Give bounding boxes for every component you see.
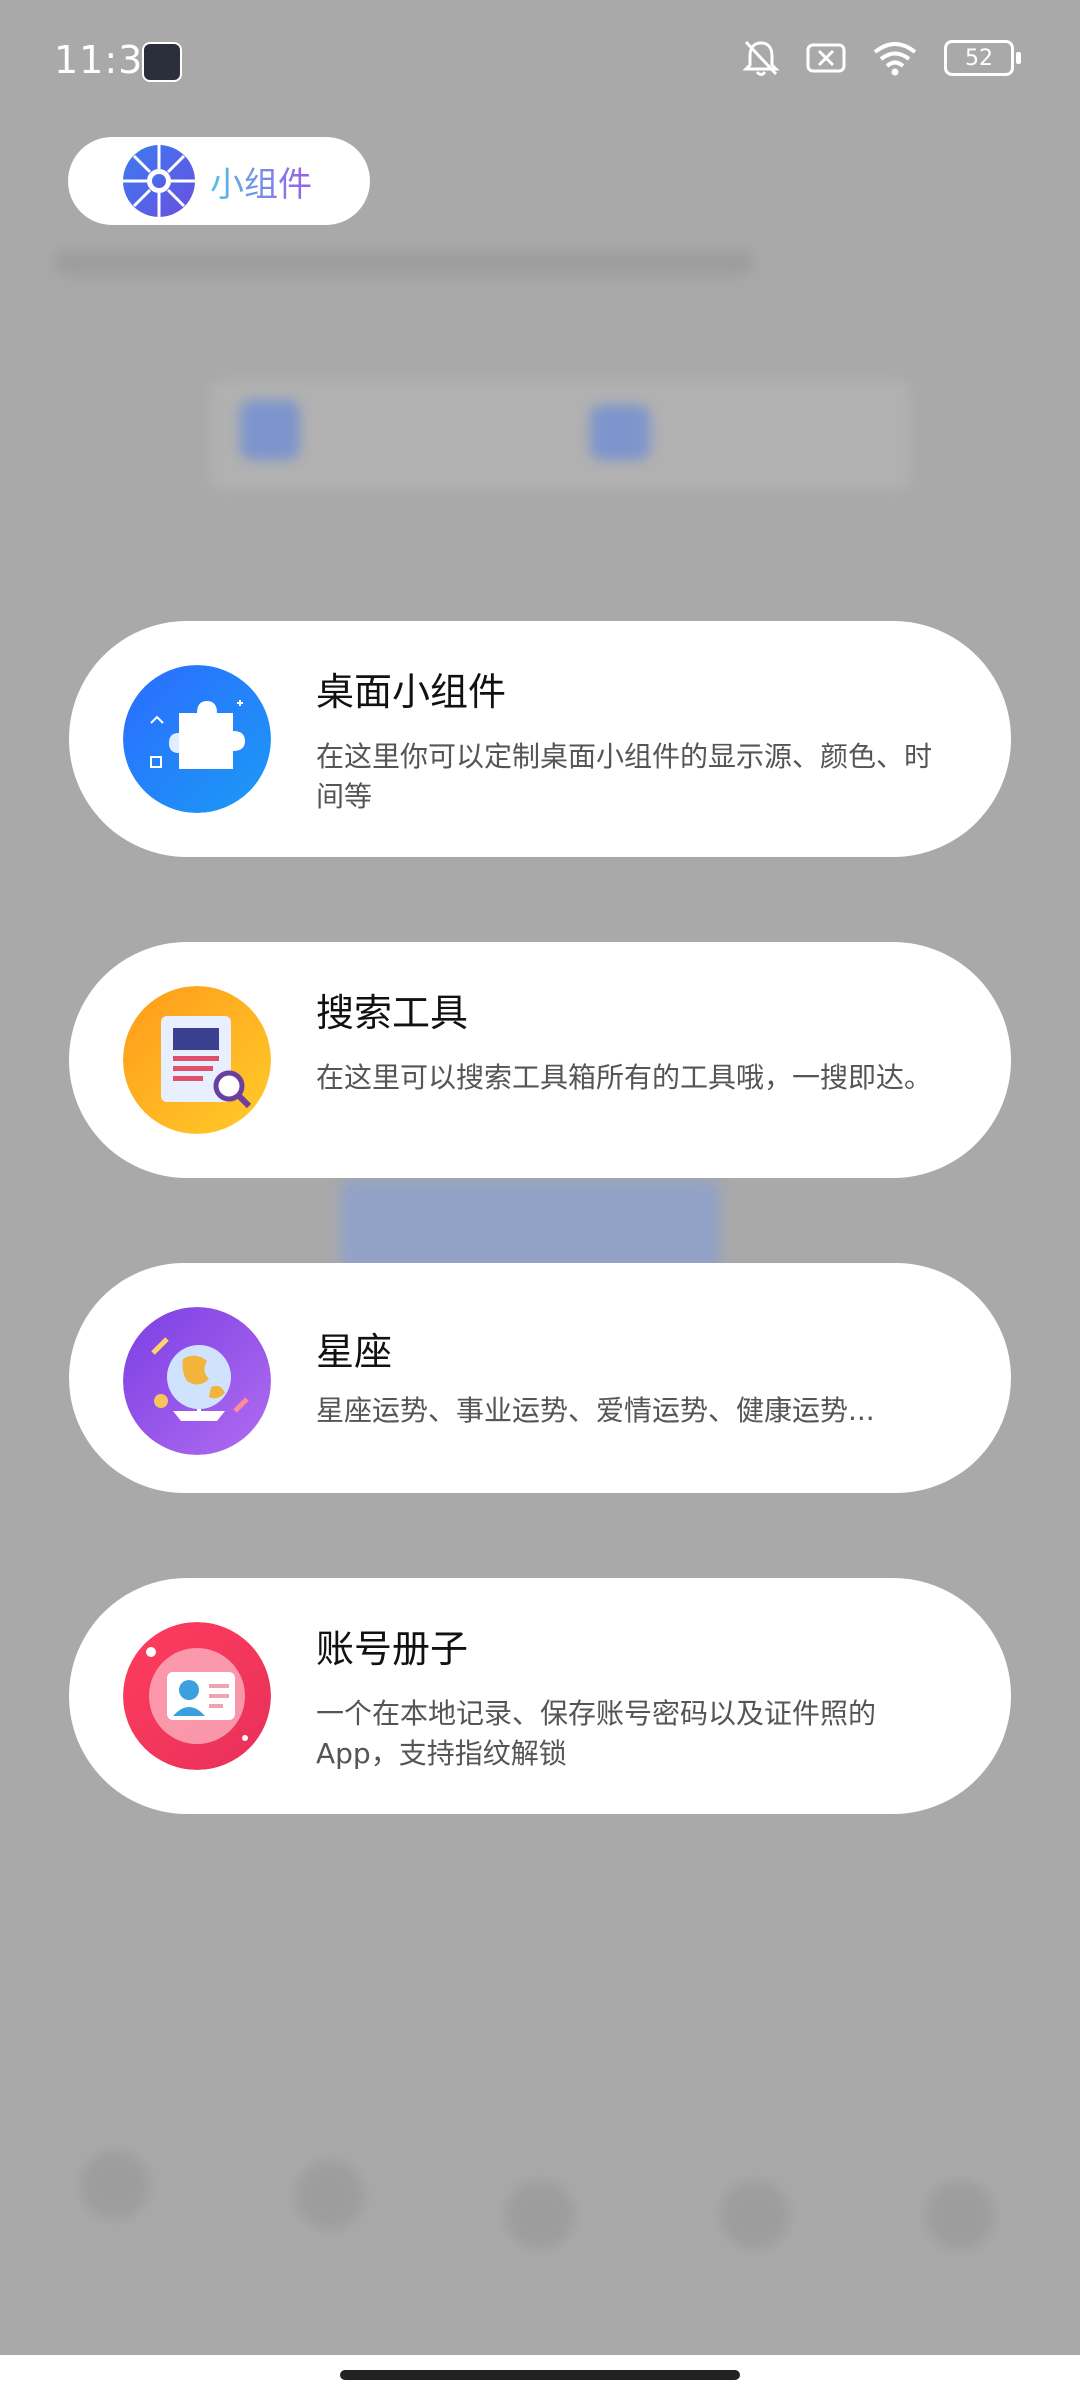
widget-header-pill[interactable]: 小组件 xyxy=(68,137,370,225)
status-bar: 11:31 52 xyxy=(0,0,1080,126)
id-card-icon xyxy=(123,1622,271,1770)
bg-icon xyxy=(240,400,300,460)
card-account-book[interactable]: 账号册子 一个在本地记录、保存账号密码以及证件照的App，支持指纹解锁 xyxy=(69,1578,1011,1814)
card-search-tools[interactable]: 搜索工具 在这里可以搜索工具箱所有的工具哦，一搜即达。 xyxy=(69,942,1011,1178)
app-notification-icon xyxy=(142,42,182,82)
card-title: 星座 xyxy=(316,1330,393,1374)
battery-level: 52 xyxy=(965,45,993,71)
card-description: 在这里你可以定制桌面小组件的显示源、颜色、时间等 xyxy=(316,740,933,813)
globe-constellation-icon xyxy=(123,1307,271,1455)
widget-logo-icon xyxy=(123,145,195,217)
card-description: 一个在本地记录、保存账号密码以及证件照的App，支持指纹解锁 xyxy=(316,1697,877,1770)
battery-icon: 52 xyxy=(944,40,1021,76)
bell-muted-icon xyxy=(742,40,780,76)
wifi-icon xyxy=(873,42,917,76)
card-desktop-widget[interactable]: 桌面小组件 在这里你可以定制桌面小组件的显示源、颜色、时间等 xyxy=(69,621,1011,857)
bg-image xyxy=(340,1180,720,1270)
bg-nav-icon xyxy=(80,2150,150,2220)
bg-nav-icon xyxy=(295,2160,365,2230)
bg-nav-icon xyxy=(505,2180,575,2250)
card-constellation[interactable]: 星座 星座运势、事业运势、爱情运势、健康运势... xyxy=(69,1263,1011,1493)
bg-nav-icon xyxy=(925,2180,995,2250)
bg-nav-icon xyxy=(720,2180,790,2250)
document-search-icon xyxy=(123,986,271,1134)
card-title: 账号册子 xyxy=(316,1627,469,1671)
home-indicator[interactable] xyxy=(340,2370,740,2380)
bg-text-line xyxy=(54,250,754,276)
puzzle-icon xyxy=(123,665,271,813)
bg-button-row xyxy=(210,380,910,490)
page-title: 小组件 xyxy=(210,157,312,206)
card-description: 在这里可以搜索工具箱所有的工具哦，一搜即达。 xyxy=(316,1061,933,1094)
screen: 11:31 52 小组件 桌面小组件 在这里你可以定制桌面小组件的显示源、颜色、… xyxy=(0,0,1080,2400)
bg-icon xyxy=(590,405,650,460)
card-title: 搜索工具 xyxy=(316,991,469,1035)
sim-off-icon xyxy=(806,43,846,73)
card-description: 星座运势、事业运势、爱情运势、健康运势... xyxy=(316,1394,875,1427)
card-title: 桌面小组件 xyxy=(316,670,507,714)
status-icons: 52 xyxy=(742,38,1021,78)
background-page xyxy=(0,0,1080,2400)
